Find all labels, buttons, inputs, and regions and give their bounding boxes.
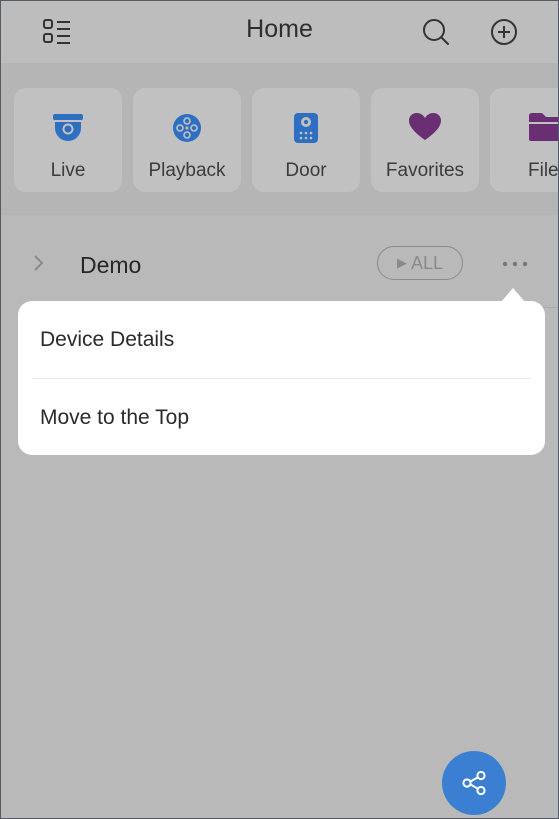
dome-camera-icon [53,114,83,141]
film-reel-icon [173,114,201,142]
play-all-button[interactable]: ▶ ALL [377,246,463,280]
quick-access-live[interactable]: Live [14,88,122,192]
device-group-label: Demo [80,252,142,278]
more-dots-icon [502,261,528,267]
quick-access-playback[interactable]: Playback [133,88,241,192]
door-intercom-icon [294,113,318,143]
search-icon [423,19,449,45]
more-options-button[interactable] [495,249,535,279]
menu-item-device-details[interactable]: Device Details [18,302,545,378]
list-menu-icon [43,19,70,44]
add-circle-icon [491,19,517,45]
expand-toggle[interactable] [31,253,45,278]
play-icon: ▶ [396,255,407,270]
quick-access-label: Favorites [385,160,465,181]
heart-icon [409,113,441,140]
play-all-label: ALL [410,252,444,273]
quick-access-door[interactable]: Door [252,88,360,192]
device-group-row[interactable]: Demo ▶ ALL [1,237,558,297]
share-icon [462,770,486,796]
menu-button[interactable] [37,12,77,52]
folder-icon [529,113,558,141]
app-screen: Home Live Playback Door Favorites File D… [0,0,559,819]
chevron-right-icon [34,255,44,271]
quick-access-bar: Live Playback Door Favorites File [1,63,558,215]
page-title: Home [246,15,313,43]
quick-access-label: File [528,160,559,181]
top-bar: Home [1,1,558,63]
quick-access-label: Live [50,160,86,181]
quick-access-file[interactable]: File [490,88,559,192]
share-button[interactable] [442,751,506,815]
quick-access-label: Door [285,160,327,181]
menu-item-move-to-top[interactable]: Move to the Top [18,380,545,456]
menu-divider [32,378,531,379]
popup-pointer [501,288,525,302]
options-popup-menu: Device Details Move to the Top [18,301,545,455]
quick-access-label: Playback [148,160,226,181]
search-button[interactable] [416,12,456,52]
quick-access-favorites[interactable]: Favorites [371,88,479,192]
add-button[interactable] [484,12,524,52]
